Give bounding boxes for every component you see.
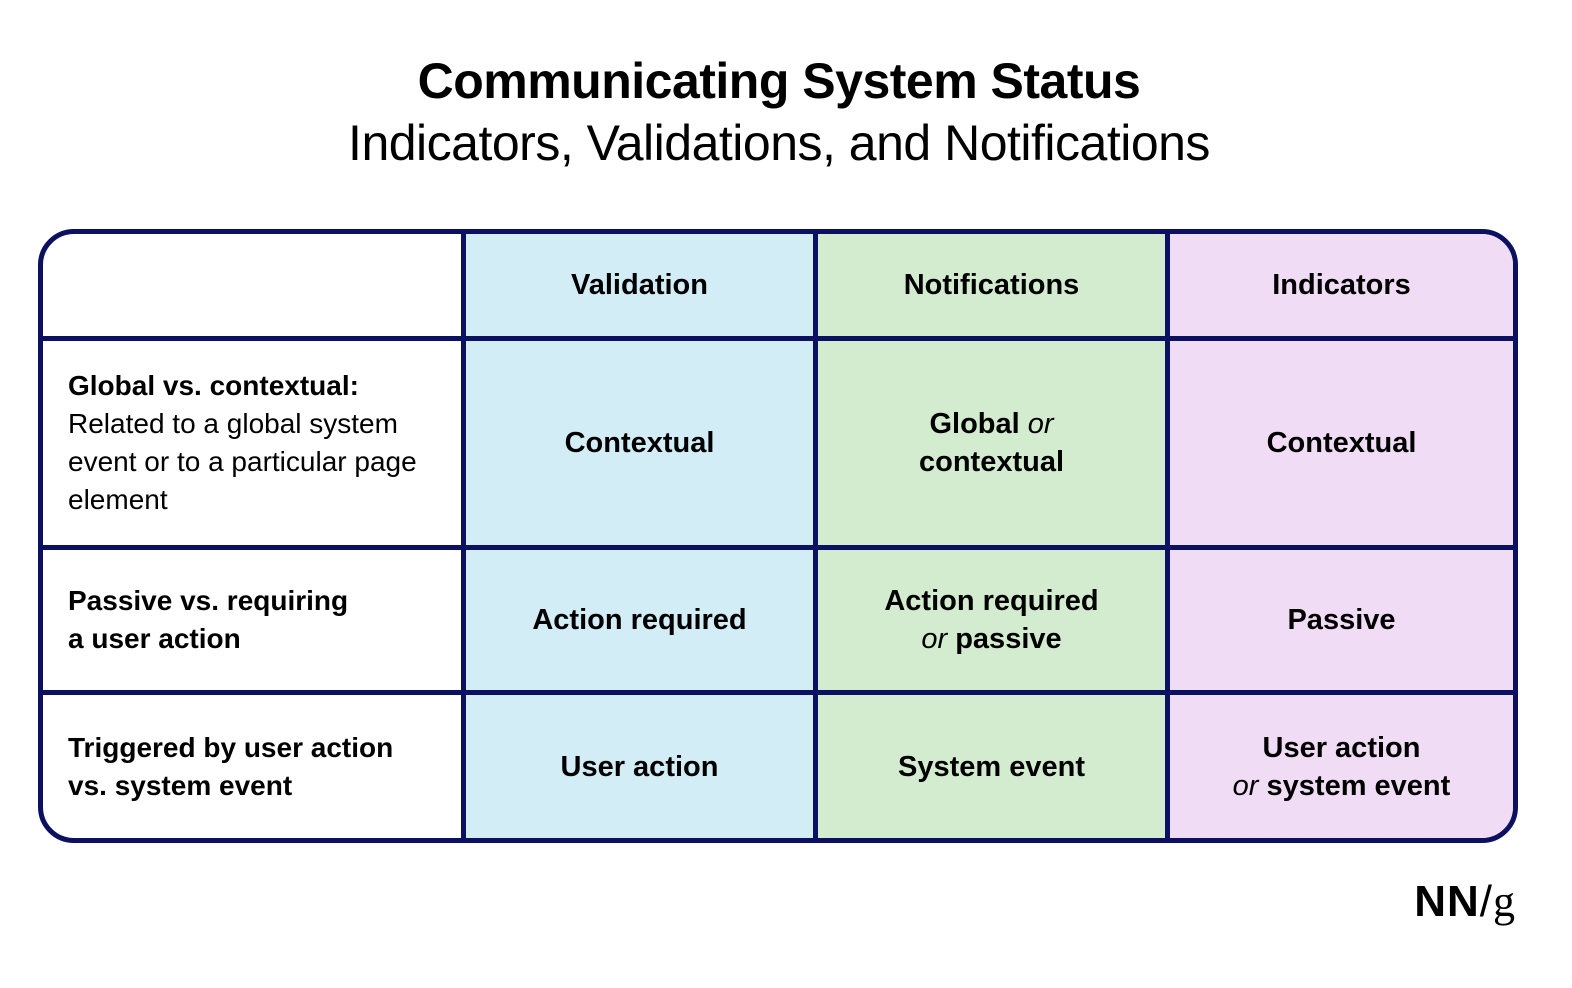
cell-text: system event — [1266, 769, 1451, 802]
cell-indicators-passive: Passive — [1170, 550, 1513, 690]
cell-notifications-global: Global or contextual — [818, 341, 1165, 545]
cell-text: Contextual — [564, 427, 715, 459]
cell-text: contextual — [918, 446, 1065, 478]
cell-text: User action — [560, 750, 719, 783]
cell-text: Global — [929, 408, 1020, 440]
row-label-line: Triggered by user action — [68, 731, 394, 763]
comparison-table: Validation Notifications Indicators Glob… — [38, 229, 1518, 843]
grid-divider — [43, 690, 1513, 695]
row-label-description: Related to a global system event or to a… — [68, 408, 417, 515]
logo-g: g — [1493, 877, 1516, 926]
cell-or-text: or — [1232, 769, 1259, 802]
row-label-line: vs. system event — [68, 769, 293, 801]
column-header-notifications-label: Notifications — [903, 269, 1080, 301]
cell-indicators-global: Contextual — [1170, 341, 1513, 545]
grid-divider — [1165, 234, 1170, 838]
row-label-global-vs-contextual: Global vs. contextual: Related to a glob… — [43, 341, 461, 545]
cell-or-text: or — [921, 623, 948, 655]
column-header-validation: Validation — [466, 234, 813, 336]
page-subtitle: Indicators, Validations, and Notificatio… — [348, 115, 1210, 171]
grid-divider — [813, 234, 818, 838]
row-label-triggered-by: Triggered by user action vs. system even… — [43, 695, 461, 838]
column-header-indicators: Indicators — [1170, 234, 1513, 336]
cell-notifications-passive: Action required or passive — [818, 550, 1165, 690]
cell-notifications-trigger: System event — [818, 695, 1165, 838]
page-title: Communicating System Status — [417, 53, 1141, 109]
cell-text: Passive — [1287, 604, 1396, 636]
cell-text: User action — [1262, 731, 1421, 764]
row-label-line: Passive vs. requiring — [68, 585, 349, 616]
logo-slash: / — [1479, 877, 1493, 926]
grid-divider — [43, 545, 1513, 550]
cell-text: Action required — [532, 604, 747, 636]
row-label-passive-vs-action: Passive vs. requiring a user action — [43, 550, 461, 690]
cell-or-text: or — [1027, 408, 1054, 440]
cell-indicators-trigger: User action or system event — [1170, 695, 1513, 838]
row-label-bold: Global vs. contextual: — [68, 370, 359, 401]
grid-divider — [461, 234, 466, 838]
cell-validation-trigger: User action — [466, 695, 813, 838]
cell-text: passive — [955, 623, 1062, 655]
cell-validation-global: Contextual — [466, 341, 813, 545]
logo-nn: NN — [1414, 877, 1480, 926]
nng-logo: NN/g — [1414, 876, 1516, 927]
cell-text: System event — [898, 750, 1085, 783]
cell-text: Action required — [884, 585, 1099, 617]
grid-divider — [43, 336, 1513, 341]
column-header-indicators-label: Indicators — [1272, 269, 1411, 301]
column-header-notifications: Notifications — [818, 234, 1165, 336]
row-label-line: a user action — [68, 623, 241, 654]
header-empty-cell — [43, 234, 461, 336]
cell-validation-passive: Action required — [466, 550, 813, 690]
cell-text: Contextual — [1266, 427, 1417, 459]
column-header-validation-label: Validation — [571, 269, 708, 301]
